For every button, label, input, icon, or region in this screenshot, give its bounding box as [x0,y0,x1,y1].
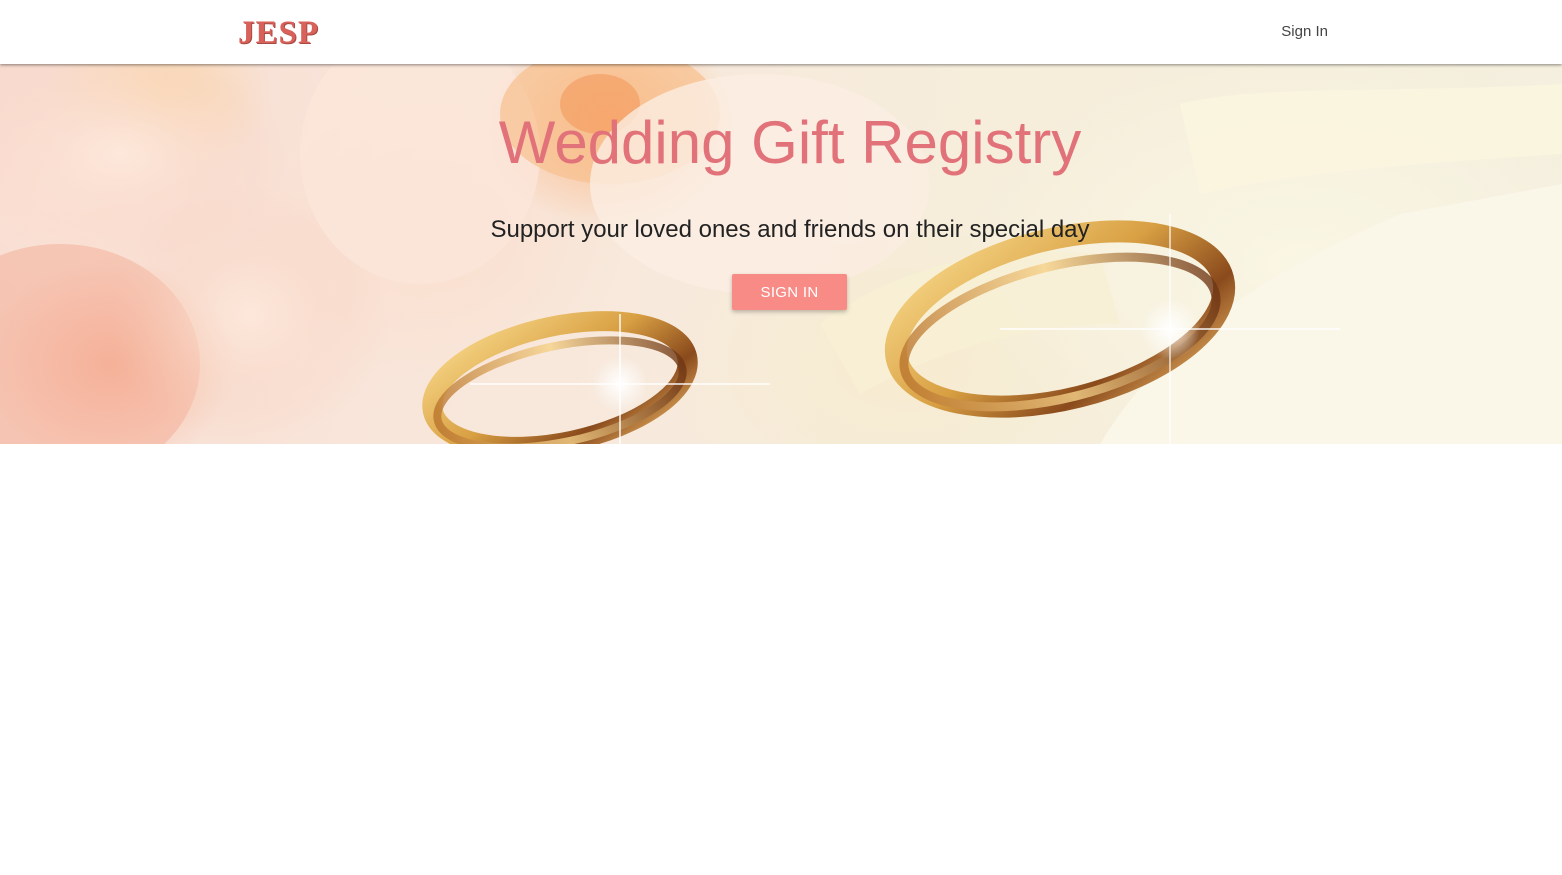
rose-petal-shape [590,74,930,294]
nav-sign-in-link[interactable]: Sign In [1281,22,1328,42]
gold-ring-shape [422,311,698,444]
hero-subtitle: Support your loved ones and friends on t… [490,216,1090,243]
gold-ring-shape [433,336,687,444]
brand-logo[interactable]: JESP [238,17,319,50]
sparkle-shape [619,314,621,444]
hero-sign-in-button[interactable]: SIGN IN [732,274,847,310]
page: JESP Sign In Wedding Gift Registry Suppo… [0,0,1562,875]
sparkle-shape [1169,214,1171,444]
hero-title: Wedding Gift Registry [498,109,1082,176]
top-navbar: JESP Sign In [0,0,1562,64]
hero-banner: Wedding Gift Registry Support your loved… [0,64,1562,444]
